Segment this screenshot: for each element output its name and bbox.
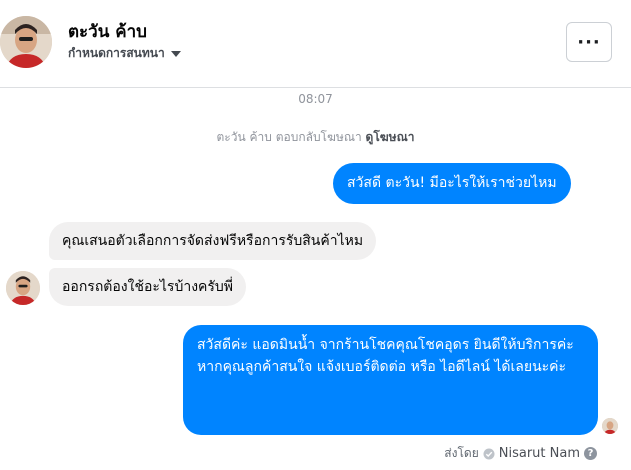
- view-ad-link[interactable]: ดูโฆษณา: [366, 130, 415, 144]
- seen-avatar: [602, 418, 618, 434]
- contact-avatar[interactable]: [0, 16, 52, 68]
- incoming-message: ออกรถต้องใช้อะไรบ้างครับพี่: [49, 268, 247, 306]
- outgoing-message: สวัสดีค่ะ แอดมินน้ำ จากร้านโชคคุณโชคอุดร…: [183, 325, 598, 435]
- ad-reply-note: ตะวัน ค้าบ ตอบกลับโฆษณา ดูโฆษณา: [0, 128, 631, 147]
- caret-down-icon: [170, 51, 181, 57]
- incoming-message: คุณเสนอตัวเลือกการจัดส่งฟรีหรือการรับสิน…: [49, 222, 377, 260]
- sender-name[interactable]: Nisarut Nam: [499, 446, 580, 461]
- contact-avatar-small[interactable]: [6, 271, 40, 305]
- conversation-settings-dropdown[interactable]: กำหนดการสนทนา: [68, 44, 181, 63]
- contact-name[interactable]: ตะวัน ค้าบ: [68, 18, 147, 45]
- help-icon[interactable]: ?: [584, 447, 597, 460]
- sent-by-label: ส่งโดย: [444, 446, 479, 460]
- message-line: หากคุณลูกค้าสนใจ แจ้งเบอร์ติดต่อ หรือ ไอ…: [197, 359, 567, 375]
- outgoing-message: สวัสดี ตะวัน! มีอะไรให้เราช่วยไหม: [333, 163, 571, 204]
- conversation-settings-label: กำหนดการสนทนา: [68, 46, 165, 60]
- ad-reply-text: ตะวัน ค้าบ ตอบกลับโฆษณา: [216, 130, 362, 144]
- conversation-header: ตะวัน ค้าบ กำหนดการสนทนา ···: [0, 0, 631, 88]
- message-line: สวัสดีค่ะ แอดมินน้ำ จากร้านโชคคุณโชคอุดร…: [197, 337, 574, 353]
- more-options-button[interactable]: ···: [566, 22, 612, 62]
- message-timestamp: 08:07: [298, 92, 333, 106]
- check-circle-icon: [483, 448, 495, 459]
- sent-by-info: ส่งโดย Nisarut Nam ?: [444, 444, 597, 463]
